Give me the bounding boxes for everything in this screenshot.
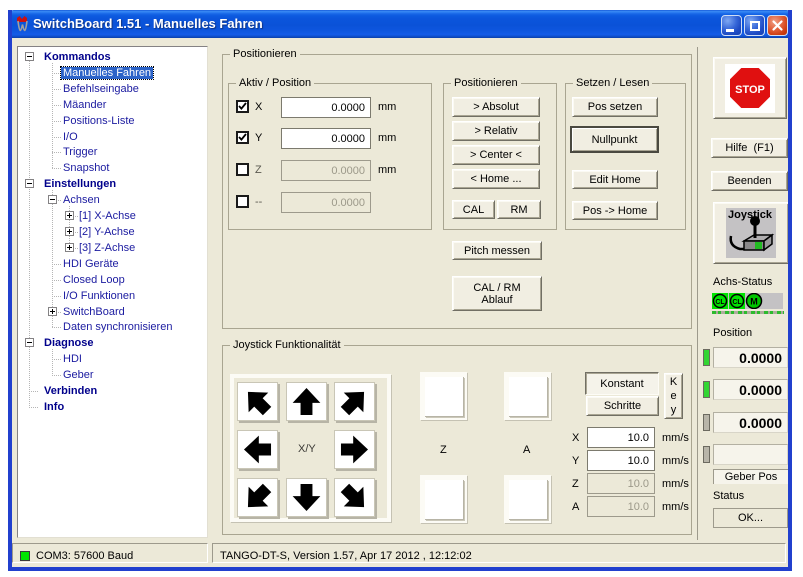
svg-text:STOP: STOP (735, 84, 765, 96)
svg-text:M: M (750, 297, 758, 307)
svg-text:CL: CL (732, 299, 742, 306)
svg-text:CL: CL (715, 299, 725, 306)
